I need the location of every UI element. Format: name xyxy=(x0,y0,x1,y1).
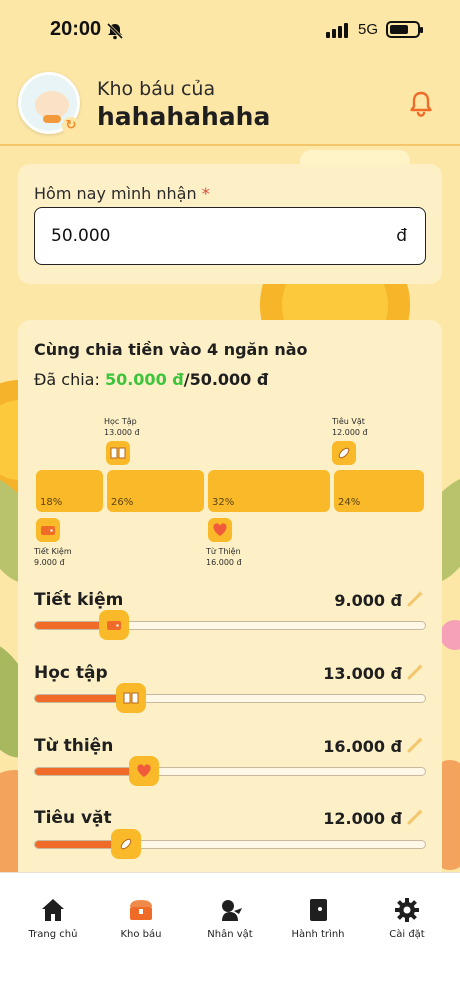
battery-icon xyxy=(386,21,423,38)
slider-thumb-candy-icon[interactable] xyxy=(111,829,141,859)
magic-wand-icon[interactable] xyxy=(406,663,424,681)
segment-tieu-vat: 24% xyxy=(334,470,424,512)
magic-wand-icon[interactable] xyxy=(406,590,424,608)
row-amount: 12.000 đ xyxy=(323,809,402,828)
candy-icon xyxy=(332,441,356,465)
segment-tiet-kiem: 18% xyxy=(36,470,103,512)
status-time: 20:00 xyxy=(50,18,102,40)
slider-fill xyxy=(35,768,144,775)
book-icon xyxy=(106,441,130,465)
segment-hoc-tap: 26% xyxy=(107,470,204,512)
slider-thumb-heart-icon[interactable] xyxy=(129,756,159,786)
slider-thumb-wallet-icon[interactable] xyxy=(99,610,129,640)
income-label: Hôm nay mình nhận * xyxy=(34,184,210,203)
treasure-chest-icon xyxy=(130,900,152,920)
income-value: 50.000 xyxy=(51,226,111,246)
row-name: Tiết kiệm xyxy=(34,590,124,610)
row-amount: 9.000 đ xyxy=(334,591,402,610)
row-name: Học tập xyxy=(34,663,108,683)
category-label-tiet-kiem: Tiết Kiệm 9.000 đ xyxy=(34,547,72,567)
category-label-hoc-tap: Học Tập 13.000 đ xyxy=(104,417,140,437)
income-input[interactable]: 50.000 đ xyxy=(34,207,426,265)
nav-item-treasure[interactable]: Kho báu xyxy=(101,897,181,940)
slider-track[interactable] xyxy=(34,683,426,713)
total-amount: /50.000 đ xyxy=(183,370,269,389)
app-header: ↻ Kho báu của hahahahaha xyxy=(0,62,460,146)
row-amount: 13.000 đ xyxy=(323,664,402,683)
slider-track[interactable] xyxy=(34,829,426,859)
heart-icon xyxy=(208,518,232,542)
category-label-tieu-vat: Tiêu Vặt 12.000 đ xyxy=(332,417,368,437)
wallet-icon xyxy=(36,518,60,542)
segment-tu-thien: 32% xyxy=(208,470,330,512)
bottom-navigation: Trang chủ Kho báu Nhân vật Hành trình Cà… xyxy=(0,872,460,997)
nav-item-settings[interactable]: Cài đặt xyxy=(367,897,447,940)
nav-item-journey[interactable]: Hành trình xyxy=(278,897,358,940)
journey-book-icon xyxy=(310,899,327,921)
character-icon xyxy=(222,900,242,921)
gear-icon xyxy=(395,898,419,922)
row-name: Tiêu vặt xyxy=(34,808,112,828)
header-subtitle: Kho báu của xyxy=(97,78,216,100)
network-type: 5G xyxy=(358,21,379,38)
split-card: Cùng chia tiền vào 4 ngăn nào Đã chia: 5… xyxy=(18,320,442,880)
notification-bell-icon[interactable] xyxy=(408,90,434,118)
nav-item-home[interactable]: Trang chủ xyxy=(13,897,93,940)
bell-muted-icon xyxy=(106,22,124,40)
income-card: Hôm nay mình nhận * 50.000 đ xyxy=(18,164,442,284)
slider-track[interactable] xyxy=(34,756,426,786)
split-status: Đã chia: 50.000 đ/50.000 đ xyxy=(34,370,269,389)
nav-item-character[interactable]: Nhân vật xyxy=(190,897,270,940)
slider-track[interactable] xyxy=(34,610,426,640)
split-title: Cùng chia tiền vào 4 ngăn nào xyxy=(34,340,308,359)
allocated-amount: 50.000 đ xyxy=(104,370,184,389)
magic-wand-icon[interactable] xyxy=(406,808,424,826)
category-label-tu-thien: Từ Thiện 16.000 đ xyxy=(206,547,242,567)
switch-avatar-icon[interactable]: ↻ xyxy=(62,117,80,135)
slider-thumb-book-icon[interactable] xyxy=(116,683,146,713)
income-unit: đ xyxy=(396,226,407,246)
row-name: Từ thiện xyxy=(34,736,114,756)
magic-wand-icon[interactable] xyxy=(406,736,424,754)
signal-icon xyxy=(326,22,352,38)
home-icon xyxy=(42,899,64,921)
status-bar: 20:00 5G xyxy=(0,0,460,62)
row-amount: 16.000 đ xyxy=(323,737,402,756)
header-title: hahahahaha xyxy=(97,102,271,131)
required-mark: * xyxy=(201,184,210,203)
